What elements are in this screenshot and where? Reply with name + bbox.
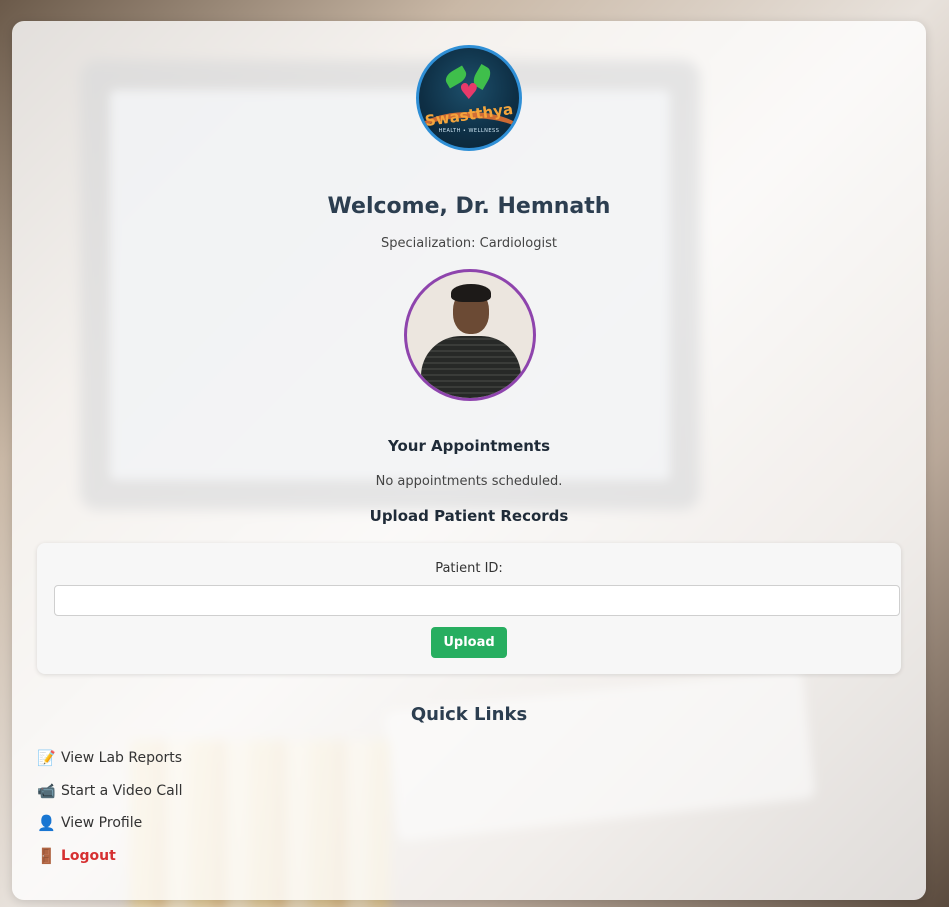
quick-link-profile[interactable]: 👤 View Profile	[37, 807, 183, 840]
specialization-text: Specialization: Cardiologist	[381, 236, 557, 251]
video-call-icon: 📹	[37, 781, 56, 800]
avatar-hair	[451, 284, 491, 302]
quick-link-logout[interactable]: 🚪 Logout	[37, 840, 183, 873]
quick-link-lab-reports[interactable]: 📝 View Lab Reports	[37, 742, 183, 775]
patient-id-label: Patient ID:	[435, 561, 503, 576]
welcome-heading: Welcome, Dr. Hemnath	[327, 194, 611, 219]
memo-icon: 📝	[37, 749, 56, 768]
quick-link-label[interactable]: View Profile	[61, 815, 142, 831]
app-logo: ♥ Swastthya HEALTH • WELLNESS	[416, 45, 522, 151]
upload-records-title: Upload Patient Records	[369, 507, 569, 525]
upload-records-form: Patient ID: Upload	[37, 543, 901, 674]
logo-tagline: HEALTH • WELLNESS	[438, 128, 500, 134]
quick-links-list: 📝 View Lab Reports 📹 Start a Video Call …	[37, 742, 183, 872]
no-appointments-text: No appointments scheduled.	[375, 474, 563, 489]
quick-link-video-call[interactable]: 📹 Start a Video Call	[37, 775, 183, 808]
quick-link-label[interactable]: View Lab Reports	[61, 750, 182, 766]
doctor-avatar	[404, 269, 536, 401]
door-icon: 🚪	[37, 846, 56, 865]
quick-links-title: Quick Links	[410, 704, 528, 725]
quick-link-label[interactable]: Start a Video Call	[61, 783, 183, 799]
patient-id-input[interactable]	[54, 585, 900, 616]
appointments-title: Your Appointments	[387, 437, 551, 455]
logout-link[interactable]: Logout	[61, 848, 116, 864]
dashboard-card: ♥ Swastthya HEALTH • WELLNESS Welcome, D…	[12, 21, 926, 900]
upload-button[interactable]: Upload	[431, 627, 507, 658]
heart-icon: ♥	[459, 80, 479, 105]
user-icon: 👤	[37, 814, 56, 833]
avatar-shirt	[421, 336, 521, 398]
